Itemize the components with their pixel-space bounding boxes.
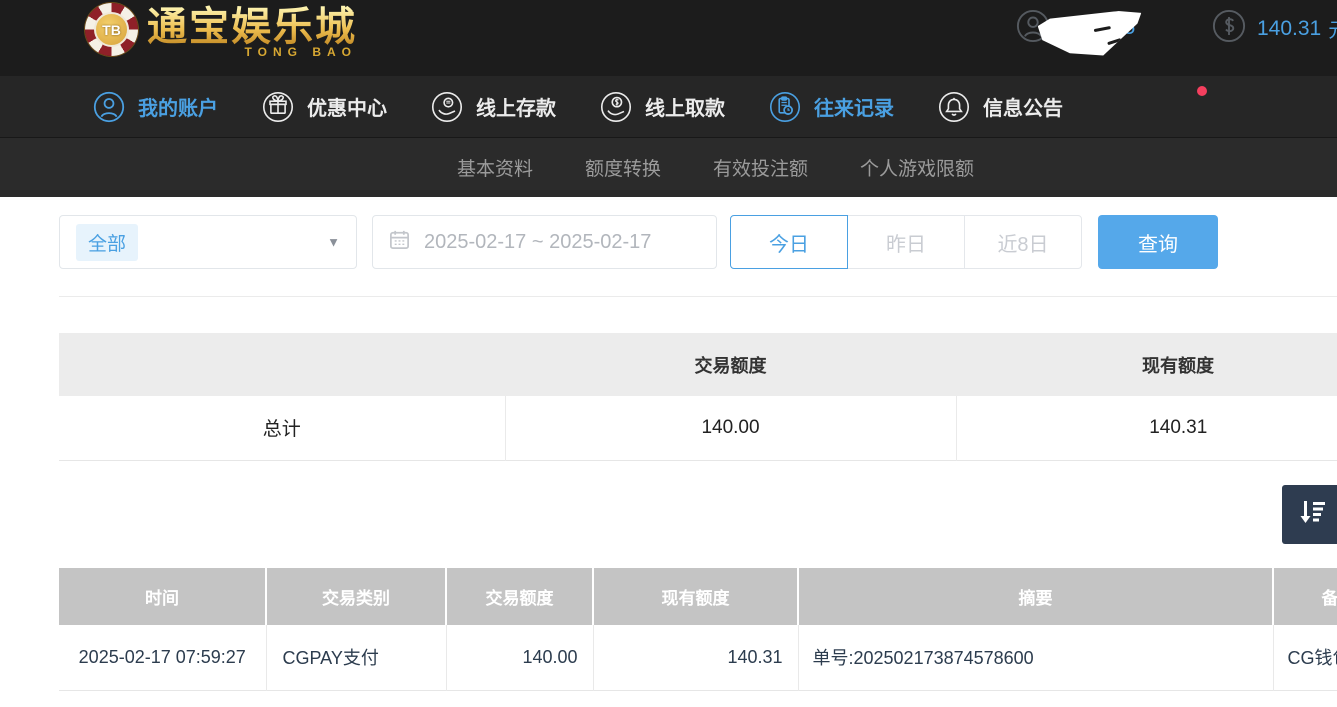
query-button[interactable]: 查询 (1098, 215, 1218, 269)
nav-label: 优惠中心 (307, 92, 387, 121)
dollar-icon (1212, 9, 1246, 48)
summary-col-blank (59, 333, 505, 396)
notification-dot (1197, 86, 1207, 96)
nav-label: 我的账户 (138, 92, 218, 121)
tx-col-current-amount: 现有额度 (593, 568, 798, 625)
sort-descending-icon (1295, 496, 1329, 533)
summary-table: 交易额度 现有额度 总计 140.00 140.31 (59, 333, 1337, 461)
summary-col-trade-amount: 交易额度 (505, 333, 956, 396)
withdraw-icon (600, 91, 632, 123)
summary-col-current-amount: 现有额度 (956, 333, 1337, 396)
summary-total-current-amount: 140.31 (956, 396, 1337, 460)
bell-icon (938, 91, 970, 123)
deposit-icon (431, 91, 463, 123)
tx-header-row: 时间 交易类别 交易额度 现有额度 摘要 备注 (59, 568, 1337, 625)
quick-range-group: 今日 昨日 近8日 (730, 215, 1082, 269)
date-range-value: 2025-02-17 ~ 2025-02-17 (424, 231, 651, 254)
type-selected-value: 全部 (76, 224, 138, 261)
subnav-item-game-limits[interactable]: 个人游戏限额 (860, 154, 974, 181)
nav-item-my-account[interactable]: 我的账户 (93, 91, 218, 123)
table-row: 2025-02-17 07:59:27 CGPAY支付 140.00 140.3… (59, 625, 1337, 690)
quick-range-yesterday[interactable]: 昨日 (847, 215, 965, 269)
tx-current-amount: 140.31 (593, 625, 798, 690)
chevron-down-icon: ▼ (327, 235, 340, 250)
balance-amount: 140.31 (1257, 17, 1321, 41)
sub-nav: 基本资料 额度转换 有效投注额 个人游戏限额 (0, 137, 1337, 197)
main-nav: 我的账户 优惠中心 (0, 76, 1337, 137)
page: TB 通宝娱乐城 TONG BAO 25 (0, 0, 1337, 707)
nav-label: 信息公告 (983, 92, 1063, 121)
balance[interactable]: 140.31 元 (1212, 9, 1337, 48)
filter-row: 全部 ▼ 2025-02-17 ~ 2025-02-17 今日 昨日 近8日 查… (59, 215, 1218, 269)
nav-label: 线上存款 (476, 92, 556, 121)
subnav-item-valid-bets[interactable]: 有效投注额 (713, 154, 808, 181)
tx-time: 2025-02-17 07:59:27 (59, 625, 266, 690)
tx-summary: 单号:202502173874578600 (798, 625, 1273, 690)
transactions-table: 时间 交易类别 交易额度 现有额度 摘要 备注 2025-02-17 07:59… (59, 568, 1337, 691)
records-icon (769, 91, 801, 123)
tx-col-remark: 备注 (1273, 568, 1337, 625)
tx-trade-amount: 140.00 (446, 625, 593, 690)
nav-item-deposit[interactable]: 线上存款 (431, 91, 556, 123)
calendar-icon (388, 228, 411, 256)
nav-label: 线上取款 (645, 92, 725, 121)
quick-range-today[interactable]: 今日 (730, 215, 848, 269)
tx-col-type: 交易类别 (266, 568, 446, 625)
nav-item-promotions[interactable]: 优惠中心 (262, 91, 387, 123)
summary-total-trade-amount: 140.00 (505, 396, 956, 460)
summary-header-row: 交易额度 现有额度 (59, 333, 1337, 396)
subnav-item-credit-transfer[interactable]: 额度转换 (585, 154, 661, 181)
brand-text: 通宝娱乐城 TONG BAO (147, 2, 357, 59)
type-select[interactable]: 全部 ▼ (59, 215, 357, 269)
topbar: TB 通宝娱乐城 TONG BAO 25 (0, 0, 1337, 76)
nav-item-records[interactable]: 往来记录 (769, 91, 894, 123)
poker-chip-icon: TB (85, 3, 138, 56)
brand-logo[interactable]: TB 通宝娱乐城 TONG BAO (85, 2, 357, 59)
tx-col-time: 时间 (59, 568, 266, 625)
tx-col-summary: 摘要 (798, 568, 1273, 625)
tx-remark: CG钱包 (1273, 625, 1337, 690)
nav-item-withdraw[interactable]: 线上取款 (600, 91, 725, 123)
sort-button[interactable] (1282, 485, 1337, 544)
balance-unit: 元 (1328, 14, 1337, 43)
user-icon (93, 91, 125, 123)
gift-icon (262, 91, 294, 123)
chip-label: TB (94, 12, 129, 47)
nav-item-announcements[interactable]: 信息公告 (938, 91, 1063, 123)
tx-type: CGPAY支付 (266, 625, 446, 690)
divider (59, 296, 1337, 297)
nav-label: 往来记录 (814, 92, 894, 121)
quick-range-8days[interactable]: 近8日 (964, 215, 1082, 269)
date-range-input[interactable]: 2025-02-17 ~ 2025-02-17 (372, 215, 717, 269)
subnav-item-basic-info[interactable]: 基本资料 (457, 154, 533, 181)
summary-total-label: 总计 (59, 396, 505, 460)
summary-total-row: 总计 140.00 140.31 (59, 396, 1337, 460)
tx-col-trade-amount: 交易额度 (446, 568, 593, 625)
